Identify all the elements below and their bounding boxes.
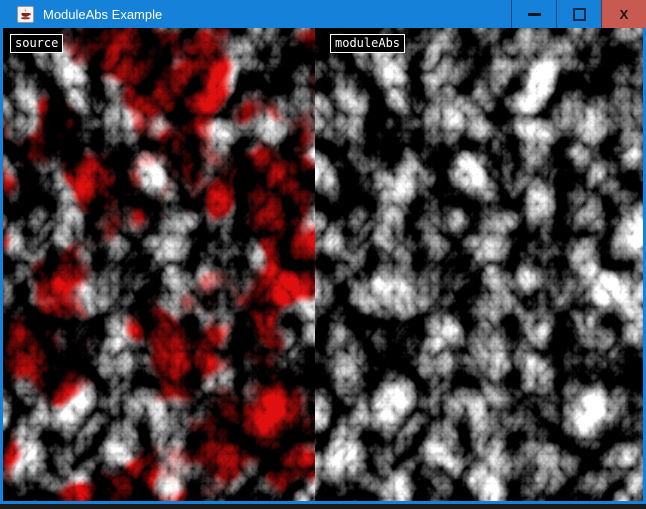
app-window: ModuleAbs Example X — [0, 0, 646, 504]
close-button[interactable]: X — [601, 0, 646, 28]
close-icon: X — [620, 8, 629, 21]
titlebar[interactable]: ModuleAbs Example X — [0, 0, 646, 28]
moduleabs-noise-image — [323, 28, 643, 501]
window-title: ModuleAbs Example — [43, 7, 162, 22]
source-noise-image — [3, 28, 323, 501]
noise-render-canvas — [3, 28, 643, 501]
java-cup-glyph — [19, 8, 32, 21]
minimize-icon — [528, 13, 541, 16]
maximize-icon — [573, 8, 586, 21]
moduleabs-label: moduleAbs — [330, 34, 405, 53]
window-controls: X — [511, 0, 646, 28]
source-label: source — [10, 34, 63, 53]
java-coffee-cup-icon[interactable] — [17, 6, 34, 23]
minimize-button[interactable] — [511, 0, 556, 28]
content-area: source moduleAbs — [3, 28, 643, 501]
maximize-button[interactable] — [556, 0, 601, 28]
